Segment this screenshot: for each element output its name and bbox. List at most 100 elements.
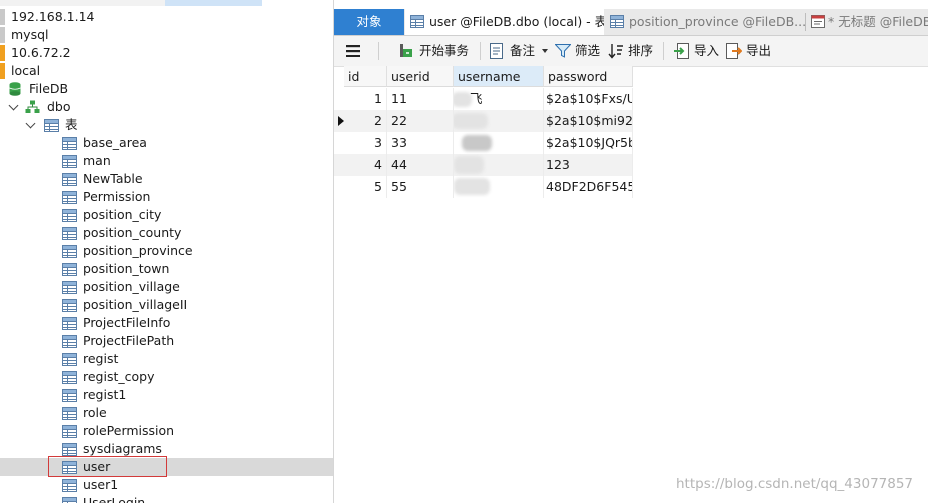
cell-password[interactable]: $2a$10$Fxs/Uc (544, 88, 633, 110)
cell-username[interactable] (454, 132, 544, 154)
table-item-label: position_town (83, 261, 170, 276)
export-button[interactable]: 导出 (726, 36, 774, 66)
column-header-userid[interactable]: userid (387, 66, 454, 87)
database-node[interactable]: FileDB (0, 80, 333, 98)
cell-username[interactable] (454, 154, 544, 176)
table-item-position_villageii[interactable]: position_villageII (0, 296, 333, 314)
table-item-regist[interactable]: regist (0, 350, 333, 368)
table-item-role[interactable]: role (0, 404, 333, 422)
cell-id[interactable]: 3 (344, 132, 387, 154)
table-item-label: NewTable (83, 171, 143, 186)
tab-user-table[interactable]: user @FileDB.dbo (local) - 表 (405, 9, 604, 35)
cell-password[interactable]: 48DF2D6F545C (544, 176, 633, 198)
table-item-label: user1 (83, 477, 119, 492)
database-label: FileDB (29, 81, 69, 96)
table-icon (62, 191, 77, 204)
cell-userid[interactable]: 55 (387, 176, 454, 198)
menu-button[interactable] (346, 36, 364, 66)
table-item-permission[interactable]: Permission (0, 188, 333, 206)
tab-position-province[interactable]: position_province @FileDB.... (606, 9, 805, 35)
memo-button[interactable]: 备注 (490, 36, 550, 66)
table-row[interactable]: 4 44 123 (334, 154, 633, 176)
table-item-position_city[interactable]: position_city (0, 206, 333, 224)
cell-username[interactable] (454, 176, 544, 198)
table-item-position_village[interactable]: position_village (0, 278, 333, 296)
cell-username[interactable]: 飞 (454, 88, 544, 110)
sort-button[interactable]: 排序 (608, 36, 658, 66)
chevron-down-icon[interactable] (8, 100, 19, 111)
memo-label: 备注 (510, 43, 536, 58)
cell-id[interactable]: 2 (344, 110, 387, 132)
table-item-label: UserLogin (83, 495, 146, 503)
cell-id[interactable]: 5 (344, 176, 387, 198)
table-icon (610, 15, 624, 28)
connection-label: 10.6.72.2 (11, 45, 71, 60)
table-row[interactable]: 1 11 飞 $2a$10$Fxs/Uc (334, 88, 633, 110)
table-item-userlogin[interactable]: UserLogin (0, 494, 333, 503)
cell-userid[interactable]: 33 (387, 132, 454, 154)
import-button[interactable]: 导入 (674, 36, 722, 66)
table-item-label: position_villageII (83, 297, 188, 312)
table-item-label: regist1 (83, 387, 127, 402)
top-strip (0, 0, 333, 6)
chevron-down-icon[interactable] (25, 118, 36, 129)
import-icon (674, 43, 689, 59)
redaction-blur (462, 135, 492, 151)
cell-userid[interactable]: 44 (387, 154, 454, 176)
table-item-regist_copy[interactable]: regist_copy (0, 368, 333, 386)
table-item-projectfilepath[interactable]: ProjectFilePath (0, 332, 333, 350)
connection-color-bar (0, 63, 5, 79)
tab-objects[interactable]: 对象 (334, 9, 404, 35)
schema-node[interactable]: dbo (0, 98, 333, 116)
table-icon (62, 389, 77, 402)
cell-username[interactable] (454, 110, 544, 132)
tab-label: position_province @FileDB.... (629, 14, 805, 29)
table-icon (62, 299, 77, 312)
table-item-base_area[interactable]: base_area (0, 134, 333, 152)
connection-color-bar (0, 45, 5, 61)
table-row[interactable]: 2 22 $2a$10$mi921 (334, 110, 633, 132)
table-item-label: rolePermission (83, 423, 175, 438)
cell-password[interactable]: $2a$10$mi921 (544, 110, 633, 132)
column-header-password[interactable]: password (544, 66, 633, 87)
table-row[interactable]: 5 55 48DF2D6F545C (334, 176, 633, 198)
table-item-position_province[interactable]: position_province (0, 242, 333, 260)
filter-button[interactable]: 筛选 (555, 36, 605, 66)
table-item-regist1[interactable]: regist1 (0, 386, 333, 404)
column-header-label: id (348, 69, 360, 84)
export-label: 导出 (746, 43, 772, 58)
tab-label: * 无标题 @FileDB. (828, 14, 928, 29)
cell-id[interactable]: 1 (344, 88, 387, 110)
connection-color-bar (0, 27, 5, 43)
table-item-user1[interactable]: user1 (0, 476, 333, 494)
table-item-man[interactable]: man (0, 152, 333, 170)
table-item-position_town[interactable]: position_town (0, 260, 333, 278)
schema-label: dbo (47, 99, 71, 114)
column-header-username[interactable]: username (454, 66, 544, 87)
table-item-position_county[interactable]: position_county (0, 224, 333, 242)
tab-untitled-query[interactable]: * 无标题 @FileDB. (808, 9, 928, 35)
cell-userid[interactable]: 11 (387, 88, 454, 110)
watermark: https://blog.csdn.net/qq_43077857 (676, 476, 914, 492)
column-header-id[interactable]: id (344, 66, 387, 87)
cell-id[interactable]: 4 (344, 154, 387, 176)
cell-username-text: 飞 (470, 91, 483, 106)
schema-icon (25, 100, 40, 113)
table-row[interactable]: 3 33 $2a$10$JQr5b (334, 132, 633, 154)
dropdown-arrow-icon[interactable] (542, 49, 548, 53)
cell-userid[interactable]: 22 (387, 110, 454, 132)
cell-password[interactable]: $2a$10$JQr5b (544, 132, 633, 154)
table-item-projectfileinfo[interactable]: ProjectFileInfo (0, 314, 333, 332)
tab-label: user @FileDB.dbo (local) - 表 (429, 14, 604, 29)
tables-group-label: 表 (65, 117, 78, 132)
table-icon (62, 479, 77, 492)
tables-group-node[interactable]: 表 (0, 116, 333, 134)
begin-transaction-button[interactable]: 开始事务 (398, 36, 476, 66)
table-icon (410, 15, 424, 28)
table-item-newtable[interactable]: NewTable (0, 170, 333, 188)
table-item-rolepermission[interactable]: rolePermission (0, 422, 333, 440)
connection-label: local (11, 63, 41, 78)
transaction-icon (400, 44, 412, 57)
cell-password[interactable]: 123 (544, 154, 633, 176)
connection-label: 192.168.1.14 (11, 9, 95, 24)
